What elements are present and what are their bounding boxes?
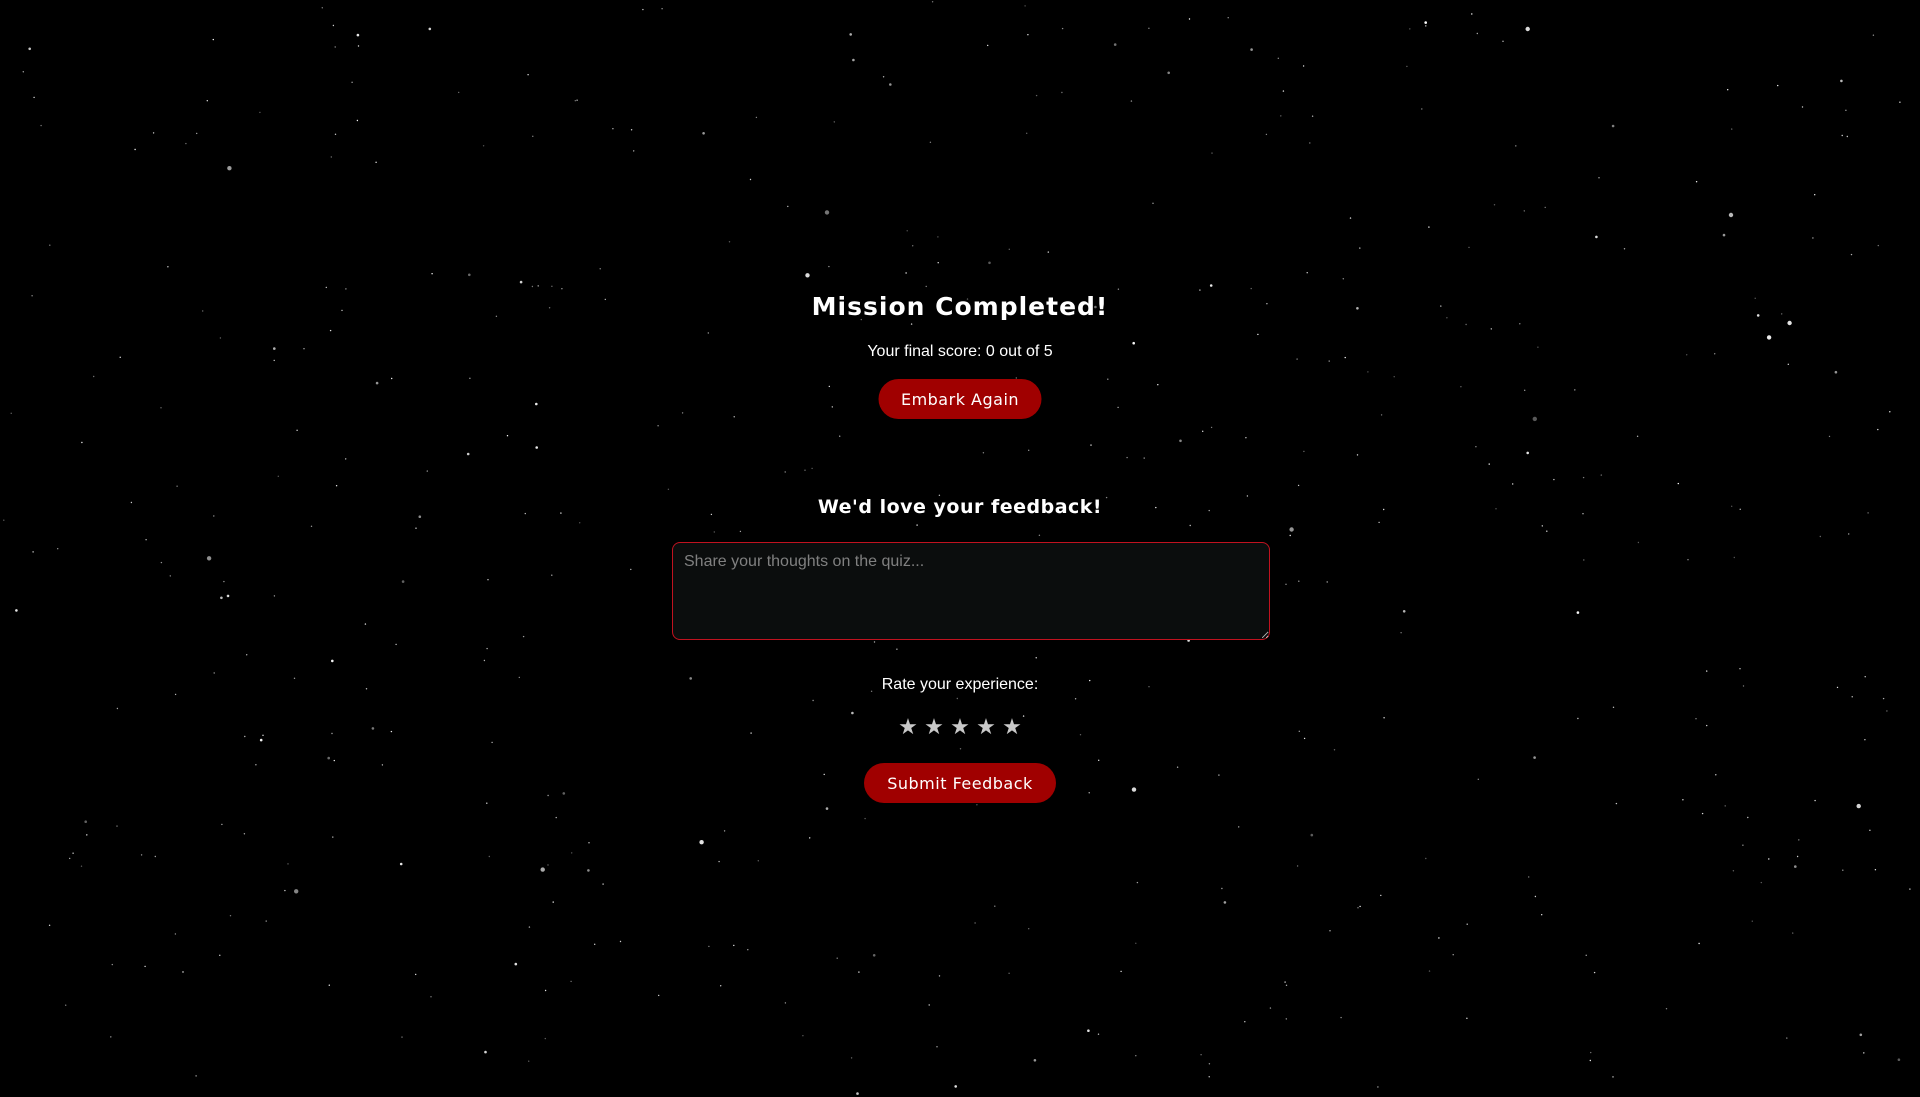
final-score-text: Your final score: 0 out of 5 (867, 343, 1053, 360)
embark-again-button[interactable]: Embark Again (878, 379, 1042, 419)
mission-completed-title: Mission Completed! (811, 292, 1109, 321)
star-rating[interactable]: ★ ★ ★ ★ ★ (0, 714, 1920, 742)
star-2-icon[interactable]: ★ (924, 714, 944, 742)
star-5-icon[interactable]: ★ (1002, 714, 1022, 742)
star-3-icon[interactable]: ★ (950, 714, 970, 742)
star-4-icon[interactable]: ★ (976, 714, 996, 742)
feedback-heading: We'd love your feedback! (817, 496, 1103, 518)
rate-experience-label: Rate your experience: (881, 676, 1039, 693)
feedback-textarea[interactable] (672, 542, 1270, 640)
quiz-results-screen: Mission Completed! Your final score: 0 o… (0, 0, 1920, 1097)
submit-feedback-button[interactable]: Submit Feedback (864, 763, 1056, 803)
star-1-icon[interactable]: ★ (898, 714, 918, 742)
